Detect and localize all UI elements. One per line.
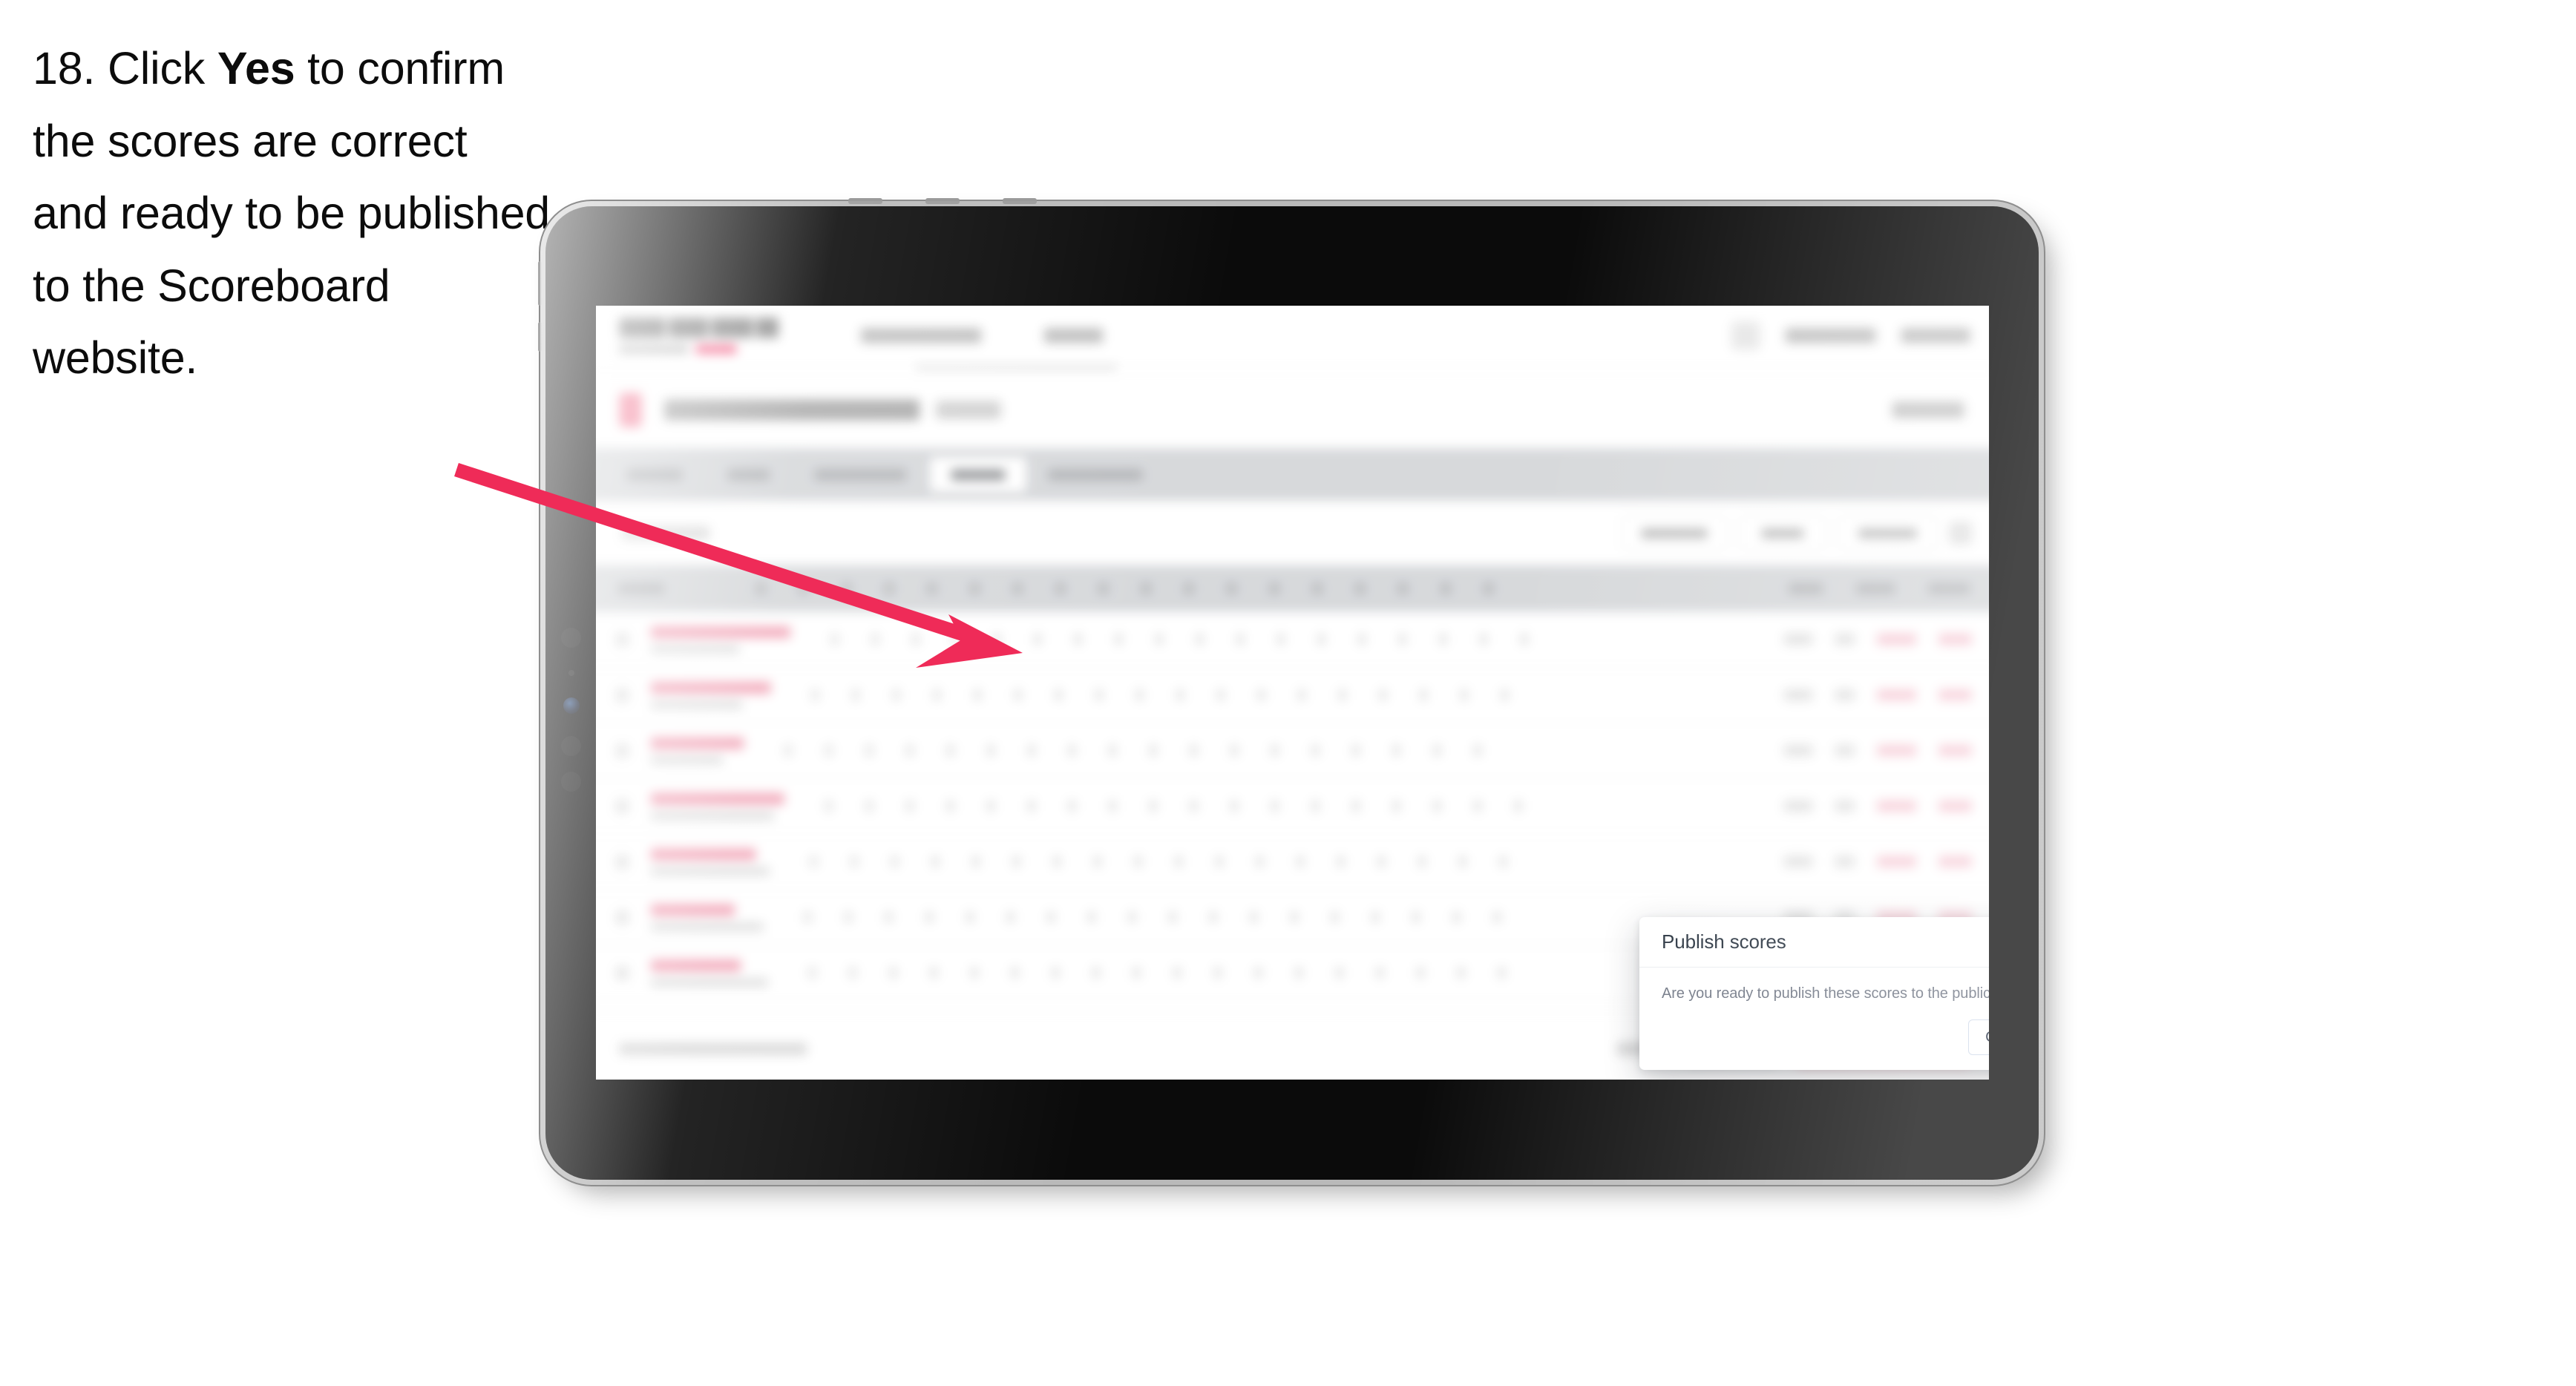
- avatar[interactable]: [1731, 321, 1760, 350]
- filter-dropdown-2[interactable]: [1739, 516, 1826, 551]
- dialog-header: Publish scores ×: [1639, 917, 1989, 968]
- table-row[interactable]: [596, 834, 1989, 890]
- row-rank: [616, 910, 629, 924]
- row-player: [650, 792, 784, 820]
- device-front-camera: [563, 697, 580, 714]
- filter-icon-button[interactable]: [1949, 522, 1972, 545]
- nav-user-name[interactable]: [1785, 327, 1876, 343]
- table-row[interactable]: [596, 611, 1989, 668]
- app-top-navbar: [596, 306, 1989, 370]
- tablet-device: Publish scores × Are you ready to publis…: [538, 198, 2044, 1185]
- page-header-action[interactable]: [1892, 401, 1964, 418]
- filter-dropdown-3[interactable]: [1838, 516, 1938, 551]
- dialog-message: Are you ready to publish these scores to…: [1662, 985, 1989, 1002]
- device-sensor-3: [561, 736, 581, 756]
- column-headers-holes: [756, 583, 1494, 594]
- row-player: [650, 737, 744, 764]
- row-rank: [616, 855, 629, 869]
- row-player: [650, 959, 768, 987]
- navbar-right-cluster: [1731, 321, 1970, 350]
- device-top-button-3[interactable]: [1003, 198, 1037, 204]
- filter-bar: [596, 500, 1989, 565]
- row-scores: [804, 911, 1501, 923]
- page-title-year: [936, 401, 1001, 419]
- table-row[interactable]: [596, 667, 1989, 723]
- column-headers-totals: [1788, 583, 1970, 594]
- row-scores: [825, 800, 1522, 812]
- row-totals: [1783, 800, 1972, 812]
- row-totals: [1783, 855, 1972, 867]
- dialog-actions: Cancel Yes: [1968, 1019, 1989, 1055]
- row-scores: [830, 634, 1528, 646]
- device-sensor-1: [561, 628, 581, 648]
- caption-emphasis: Yes: [217, 43, 295, 93]
- table-row[interactable]: [596, 723, 1989, 779]
- device-volume-down-button[interactable]: [538, 322, 542, 352]
- row-rank: [616, 799, 629, 813]
- row-player: [650, 681, 771, 709]
- column-header-player: [617, 583, 664, 594]
- row-rank: [616, 743, 629, 758]
- caption-text-before: Click: [107, 43, 217, 93]
- device-sensor-4: [561, 772, 581, 792]
- device-top-button-2[interactable]: [925, 198, 960, 204]
- tab-item-2[interactable]: [707, 457, 790, 492]
- row-player: [650, 847, 770, 876]
- row-rank: [616, 632, 629, 646]
- device-sensor-2: [568, 670, 574, 676]
- screenshot-root: 18. Click Yes to confirm the scores are …: [0, 0, 2576, 1386]
- page-header: [596, 370, 1989, 450]
- publish-scores-dialog: Publish scores × Are you ready to publis…: [1639, 917, 1989, 1070]
- nav-active-underline: [914, 365, 1118, 370]
- device-top-button-1[interactable]: [848, 198, 882, 204]
- tab-item-3[interactable]: [793, 457, 927, 492]
- footer-status-text: [619, 1042, 807, 1055]
- row-scores: [810, 855, 1507, 867]
- cancel-button[interactable]: Cancel: [1968, 1019, 1989, 1055]
- page-title: [663, 399, 920, 421]
- app-logo-subtitle: [619, 344, 779, 354]
- row-totals: [1783, 634, 1972, 646]
- table-header-row: [596, 565, 1989, 612]
- nav-signout-link[interactable]: [1901, 327, 1970, 343]
- search-input[interactable]: [622, 526, 709, 540]
- app-logo[interactable]: [619, 317, 779, 354]
- row-player: [650, 625, 790, 653]
- table-row[interactable]: [596, 778, 1989, 835]
- nav-item-secondary[interactable]: [1044, 327, 1103, 343]
- nav-item-primary[interactable]: [861, 327, 982, 343]
- event-badge-icon: [619, 393, 642, 427]
- tab-item-1[interactable]: [606, 457, 704, 492]
- row-player: [650, 903, 764, 931]
- tab-item-results-active[interactable]: [930, 457, 1026, 492]
- tab-item-5[interactable]: [1029, 457, 1161, 492]
- row-rank: [616, 688, 629, 702]
- row-totals: [1783, 744, 1972, 757]
- app-logo-wordmark: [619, 317, 779, 338]
- instruction-caption: 18. Click Yes to confirm the scores are …: [33, 33, 552, 395]
- dialog-title: Publish scores: [1662, 930, 1786, 953]
- row-totals: [1783, 689, 1972, 701]
- filter-controls: [1622, 516, 1972, 551]
- device-volume-up-button[interactable]: [538, 261, 542, 306]
- filter-dropdown-1[interactable]: [1622, 516, 1727, 551]
- tablet-screen: Publish scores × Are you ready to publis…: [596, 306, 1989, 1080]
- row-scores: [811, 689, 1509, 701]
- caption-text-after: to confirm the scores are correct and re…: [33, 43, 551, 384]
- tab-strip: [596, 448, 1989, 501]
- row-scores: [784, 744, 1482, 757]
- row-scores: [808, 967, 1506, 979]
- row-rank: [616, 965, 629, 980]
- caption-step-number: 18.: [33, 43, 96, 93]
